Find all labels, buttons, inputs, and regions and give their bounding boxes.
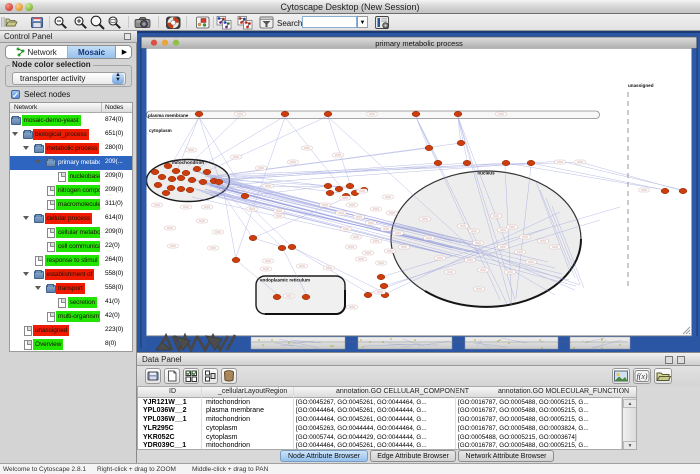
svg-text:plasma membrane: plasma membrane (148, 113, 189, 118)
svg-text:mitochondrion: mitochondrion (172, 160, 204, 165)
svg-text:endoplasmic reticulum: endoplasmic reticulum (260, 278, 310, 283)
svg-text:primary metabolic process: primary metabolic process (375, 39, 463, 48)
svg-text:unassigned: unassigned (628, 83, 654, 88)
svg-text:f(x): f(x) (636, 372, 647, 381)
svg-text:cytoplasm: cytoplasm (149, 128, 172, 133)
